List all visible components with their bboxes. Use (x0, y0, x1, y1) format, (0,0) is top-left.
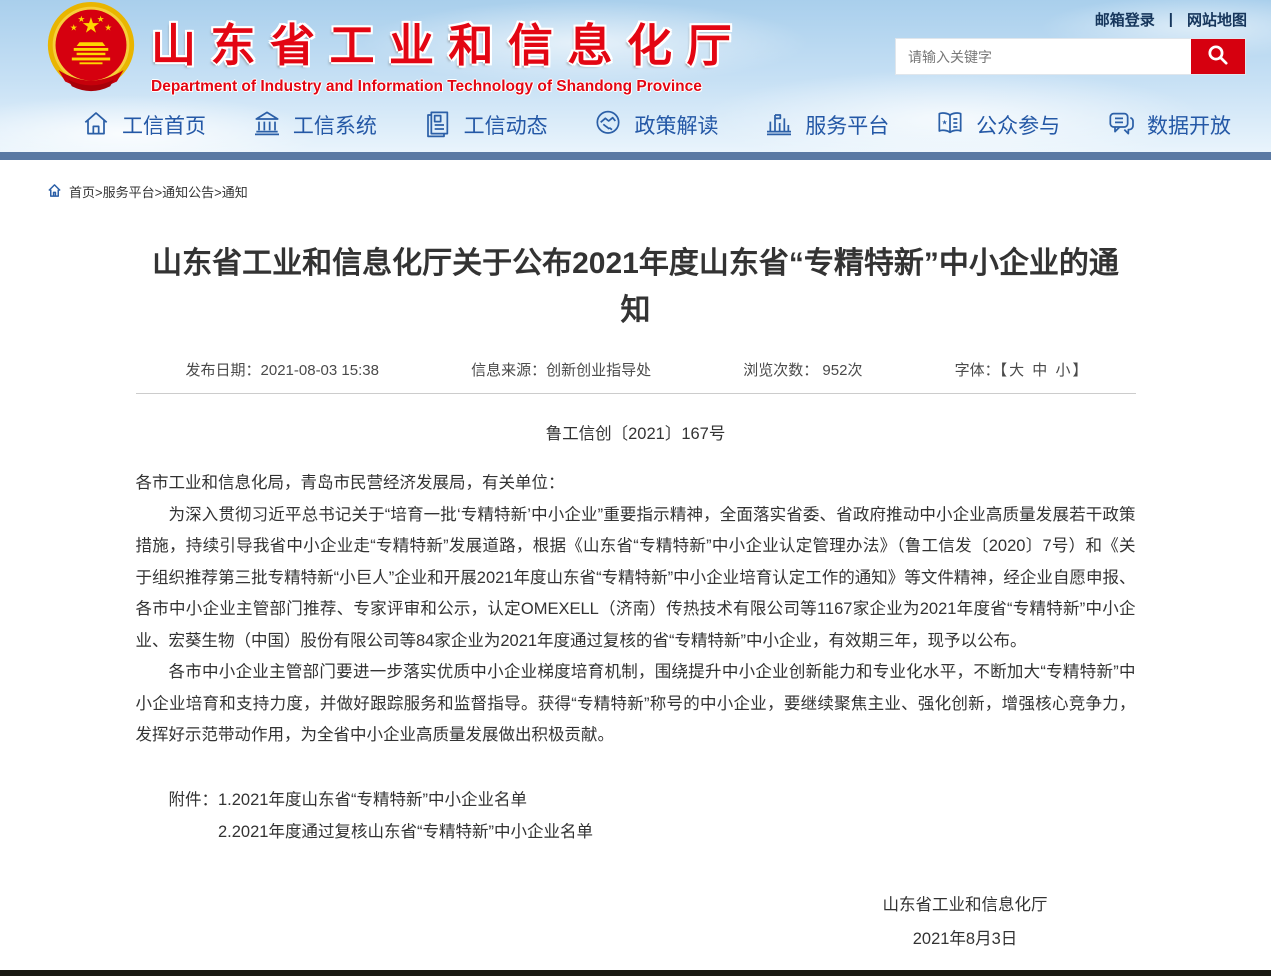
nav-item-open-data[interactable]: 数据开放 (1105, 107, 1231, 144)
main-nav: 工信首页 工信系统 工信动态 (0, 98, 1271, 152)
font-size-large-button[interactable]: 大 (1007, 362, 1026, 379)
site-search (895, 38, 1246, 75)
nav-label: 工信首页 (122, 110, 206, 140)
publish-date-label: 发布日期： (186, 362, 261, 379)
nav-item-home[interactable]: 工信首页 (80, 107, 206, 144)
font-widget-prefix: 字体：【 (955, 362, 1008, 379)
platform-chart-icon (763, 107, 795, 144)
svg-text:★: ★ (942, 119, 948, 126)
search-button[interactable] (1191, 39, 1245, 74)
nav-label: 公众参与 (976, 110, 1060, 140)
nav-item-platform[interactable]: 服务平台 (763, 107, 889, 144)
search-input[interactable] (896, 39, 1191, 74)
attachment-link[interactable]: 1.2021年度山东省“专精特新”中小企业名单 (218, 784, 593, 816)
info-source-label: 信息来源： (471, 362, 546, 379)
svg-text:★: ★ (78, 14, 86, 24)
article-title: 山东省工业和信息化厅关于公布2021年度山东省“专精特新”中小企业的通知 (136, 241, 1136, 334)
view-count-value: 952次 (822, 362, 862, 379)
publish-date: 发布日期：2021-08-03 15:38 (186, 359, 379, 380)
article-body: 各市工业和信息化局，青岛市民营经济发展局，有关单位： 为深入贯彻习近平总书记关于… (136, 468, 1136, 752)
article: 山东省工业和信息化厅关于公布2021年度山东省“专精特新”中小企业的通知 发布日… (136, 207, 1136, 970)
mail-login-link[interactable]: 邮箱登录 (1095, 9, 1155, 30)
view-count-label: 浏览次数： (743, 362, 818, 379)
footer-top-border (0, 970, 1271, 976)
signature-block: 山东省工业和信息化厅 2021年8月3日 (883, 888, 1048, 970)
site-subtitle-en: Department of Industry and Information T… (151, 78, 733, 96)
header-divider-bar (0, 152, 1271, 160)
meta-divider-line (136, 393, 1136, 394)
font-size-small-button[interactable]: 小 (1053, 362, 1072, 379)
svg-text:★: ★ (104, 23, 112, 33)
nav-item-system[interactable]: 工信系统 (251, 107, 377, 144)
font-size-widget: 字体：【大 中 小】 (955, 359, 1088, 380)
nav-item-participation[interactable]: ★ 公众参与 (934, 107, 1060, 144)
publish-date-value: 2021-08-03 15:38 (261, 362, 379, 379)
view-count: 浏览次数： 952次 (743, 359, 862, 380)
nav-item-policy[interactable]: 政策解读 (592, 107, 718, 144)
news-icon (422, 107, 454, 144)
signature-date: 2021年8月3日 (883, 922, 1048, 956)
top-links-divider: | (1169, 11, 1173, 28)
site-brand: ★ ★ ★ ★ ★ 山 东 省 工 业 和 信 息 化 厅 Department… (45, 1, 733, 96)
attachments-label: 附件： (169, 784, 219, 848)
open-book-icon: ★ (934, 107, 966, 144)
chat-bubbles-icon (1105, 107, 1137, 144)
breadcrumb: 首页>服务平台>通知公告>通知 (0, 160, 1271, 207)
nav-item-news[interactable]: 工信动态 (422, 107, 548, 144)
nav-label: 工信系统 (293, 110, 377, 140)
info-source-value: 创新创业指导处 (546, 362, 651, 379)
sitemap-link[interactable]: 网站地图 (1187, 9, 1247, 30)
svg-text:★: ★ (70, 23, 78, 33)
article-meta: 发布日期：2021-08-03 15:38 信息来源：创新创业指导处 浏览次数：… (136, 359, 1136, 380)
nav-label: 数据开放 (1147, 110, 1231, 140)
site-header: ★ ★ ★ ★ ★ 山 东 省 工 业 和 信 息 化 厅 Department… (0, 0, 1271, 152)
attachments: 附件： 1.2021年度山东省“专精特新”中小企业名单 2.2021年度通过复核… (136, 784, 1136, 848)
font-size-medium-button[interactable]: 中 (1030, 362, 1049, 379)
nav-label: 政策解读 (634, 110, 718, 140)
bank-icon (251, 107, 283, 144)
nav-label: 工信动态 (464, 110, 548, 140)
breadcrumb-home-icon (47, 183, 62, 201)
national-emblem-logo: ★ ★ ★ ★ ★ (45, 1, 137, 93)
paragraph: 为深入贯彻习近平总书记关于“培育一批‘专精特新’中小企业”重要指示精神，全面落实… (136, 500, 1136, 658)
paragraph: 各市中小企业主管部门要进一步落实优质中小企业梯度培育机制，围绕提升中小企业创新能… (136, 657, 1136, 752)
font-widget-suffix: 】 (1072, 362, 1087, 379)
signature-org: 山东省工业和信息化厅 (883, 888, 1048, 922)
handshake-icon (592, 107, 624, 144)
site-title: 山 东 省 工 业 和 信 息 化 厅 (151, 9, 733, 74)
home-icon (80, 107, 112, 144)
attachment-link[interactable]: 2.2021年度通过复核山东省“专精特新”中小企业名单 (218, 816, 593, 848)
nav-label: 服务平台 (805, 110, 889, 140)
info-source: 信息来源：创新创业指导处 (471, 359, 651, 380)
document-number: 鲁工信创〔2021〕167号 (136, 420, 1136, 444)
top-utility-links: 邮箱登录 | 网站地图 (1095, 9, 1247, 30)
salutation: 各市工业和信息化局，青岛市民营经济发展局，有关单位： (136, 468, 1136, 500)
search-icon (1203, 40, 1233, 73)
breadcrumb-path[interactable]: 首页>服务平台>通知公告>通知 (69, 182, 248, 201)
